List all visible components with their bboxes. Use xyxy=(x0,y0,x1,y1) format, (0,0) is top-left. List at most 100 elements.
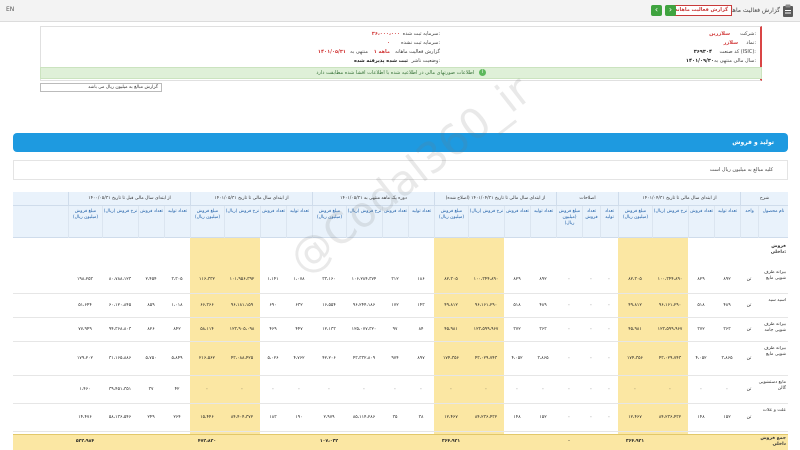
table-cell: ۱۲۵،۰۷۷،۳۲۰ xyxy=(351,327,377,332)
table-cell: ۴۳،۳۳۲،۸۰۹ xyxy=(352,356,376,361)
table-cell: ۱۵۲ xyxy=(723,415,731,420)
prev-button[interactable]: ‹ xyxy=(651,5,662,16)
total-cell: ۴۷۲،۸۲۰ xyxy=(197,439,217,444)
column-header-11[interactable]: نرخ فروش (ریال) xyxy=(468,206,504,238)
total-cell: ۵۲۲،۹۸۴ xyxy=(75,439,95,444)
table-cell: ۰ xyxy=(633,387,637,392)
column-header-13[interactable]: تعداد تولید xyxy=(408,206,434,238)
table-cell: ۱۷۲ xyxy=(391,303,399,308)
column-header-1[interactable]: واحد xyxy=(740,206,758,238)
table-cell: ۶۹۰ xyxy=(269,303,277,308)
column-header-23[interactable]: نرخ فروش (ریال) xyxy=(102,206,138,238)
table-cell: ۰ xyxy=(589,277,593,282)
unit-select[interactable]: گزارش مبالغ به میلیون ریال می باشد xyxy=(40,83,162,92)
notice-bar: اطلاعات صورتهای مالی در اطلاعیه شده با ا… xyxy=(40,67,762,79)
table-cell: ۴،۰۵۲ xyxy=(511,356,523,361)
top-bar: گزارش فعالیت ماهانه گزارش فعالیت ماهانه … xyxy=(0,0,800,22)
next-button[interactable]: › xyxy=(665,5,676,16)
column-header-5[interactable]: مبلغ فروش (میلیون ریال) xyxy=(618,206,652,238)
table-cell: ۰ xyxy=(607,303,611,308)
table-cell: ۱،۱۴۱ xyxy=(267,277,279,282)
table-cell: ۳۷ xyxy=(148,387,154,392)
table-cell: ۰ xyxy=(567,387,571,392)
table-cell: ۰ xyxy=(419,387,423,392)
symbol-value[interactable]: سلازر xyxy=(724,40,738,46)
company-value[interactable]: سلازرین xyxy=(709,31,730,37)
column-header-4[interactable]: نرخ فروش (ریال) xyxy=(652,206,688,238)
column-header-2[interactable]: تعداد تولید xyxy=(714,206,740,238)
status-value: ثبت شده پذیرفته شده xyxy=(353,58,408,64)
column-header-3[interactable]: تعداد فروش xyxy=(688,206,714,238)
table-cell: ۱۷۹،۲۰۲ xyxy=(77,356,93,361)
column-header-20[interactable]: مبلغ فروش (میلیون ریال) xyxy=(190,206,224,238)
table-cell: ۳،۸۶۵ xyxy=(721,356,733,361)
table-cell: ۰ xyxy=(205,387,209,392)
total-cell: ۳۶۴،۹۲۱ xyxy=(441,439,461,444)
column-header-22[interactable]: تعداد فروش xyxy=(138,206,164,238)
column-header-10[interactable]: تعداد فروش xyxy=(504,206,530,238)
fiscal-year-label: سال مالی منتهی به: xyxy=(714,58,756,64)
product-name: بیرانه ظرف شویی جامد xyxy=(763,322,786,333)
table-cell: ۳۶۳ xyxy=(723,327,731,332)
table-cell: ۸۲۹ xyxy=(513,277,521,282)
product-name: بیرانه ظرف شویی مایع xyxy=(763,346,786,357)
table-cell: ۹۴،۳۶۸،۸۰۳ xyxy=(108,327,132,332)
table-cell: ۵۱،۶۴۴ xyxy=(78,303,92,308)
table-cell: ۸۴ xyxy=(418,327,424,332)
table-cell: ۰ xyxy=(589,415,593,420)
table-cell: ۳۷۲ xyxy=(697,327,705,332)
table-cell: ۰ xyxy=(607,415,611,420)
table-cell: ۱۲،۴۶۷ xyxy=(444,415,458,420)
column-header-24[interactable]: مبلغ فروش (میلیون ریال) xyxy=(68,206,102,238)
table-cell: ۳،۸۶۵ xyxy=(537,356,549,361)
product-name: مایع دستشویی گالن xyxy=(758,380,786,391)
table-cell: ۲۴۹ xyxy=(147,415,155,420)
table-cell: ۵۱۸ xyxy=(697,303,705,308)
group-header-3: از ابتدای سال مالی تا تاریخ ۱۴۰۱/۰۴/۳۱ (… xyxy=(434,192,556,206)
total-cell: ۱۰۷،۰۳۲ xyxy=(319,439,339,444)
table-cell: ۰ xyxy=(589,303,593,308)
table-cell: ۰ xyxy=(484,387,488,392)
product-name: اسید سید xyxy=(768,298,786,303)
column-header-12[interactable]: مبلغ فروش (میلیون ریال) xyxy=(434,206,468,238)
total-row xyxy=(13,434,788,450)
total-label: جمع فروش داخلی xyxy=(760,436,786,447)
period-end-value: ۱۴۰۱/۰۵/۳۱ xyxy=(317,49,346,55)
table-cell: ۱،۰۱۸ xyxy=(171,303,183,308)
table-cell: ۹۶،۱۶۱،۲۹۰ xyxy=(658,303,682,308)
column-header-7[interactable]: تعداد فروش xyxy=(582,206,600,238)
table-cell: ۱۴۸ xyxy=(513,415,521,420)
table-cell: ۰ xyxy=(725,387,729,392)
table-cell: ۹۷ xyxy=(392,327,398,332)
column-header-9[interactable]: تعداد تولید xyxy=(530,206,556,238)
table-cell: ۵،۰۲۶ xyxy=(267,356,279,361)
table-cell: ۸۴۲ xyxy=(173,327,181,332)
product-name: علت و علات xyxy=(762,408,786,413)
subheader-domestic-sales: فروش داخلی: xyxy=(770,244,786,255)
column-header-18[interactable]: تعداد فروش xyxy=(260,206,286,238)
column-header-8[interactable]: مبلغ فروش (میلیون ریال) xyxy=(556,206,582,238)
column-header-19[interactable]: نرخ فروش (ریال) xyxy=(224,206,260,238)
fiscal-year-value: ۱۴۰۱/۰۹/۳۰ xyxy=(685,58,714,64)
column-header-21[interactable]: تعداد تولید xyxy=(164,206,190,238)
table-cell: ۳۱۲ xyxy=(391,277,399,282)
table-cell: ۰ xyxy=(668,387,672,392)
table-cell: ۸۴،۲۳۶،۴۳۲ xyxy=(474,415,498,420)
report-type-badge[interactable]: گزارش فعالیت ماهانه xyxy=(670,5,732,16)
unregistered-capital-value: ۰ xyxy=(386,40,390,46)
table-cell: ۰ xyxy=(567,415,571,420)
column-header-0[interactable]: نام محصول xyxy=(758,206,788,238)
table-cell: ۴۲ xyxy=(174,387,180,392)
section-title: تولید و فروش xyxy=(732,139,774,146)
unit-note: کلیه مبالغ به میلیون ریال است xyxy=(709,167,773,173)
column-header-6[interactable]: تعداد تولید xyxy=(600,206,618,238)
report-label: گزارش فعالیت ماهانه xyxy=(395,49,440,55)
table-cell: ۱۴۳ xyxy=(417,303,425,308)
table-cell: ۱۲۳،۵۹۹،۹۶۷ xyxy=(657,327,683,332)
table-cell: ۳۷۲ xyxy=(513,327,521,332)
table-cell: ۴۴۷ xyxy=(295,327,303,332)
language-toggle[interactable]: EN xyxy=(6,6,14,13)
table-cell: ۰ xyxy=(393,387,397,392)
status-label: وضعیت ناشر: xyxy=(411,58,440,64)
table-cell: ۵،۸۴۹ xyxy=(171,356,183,361)
